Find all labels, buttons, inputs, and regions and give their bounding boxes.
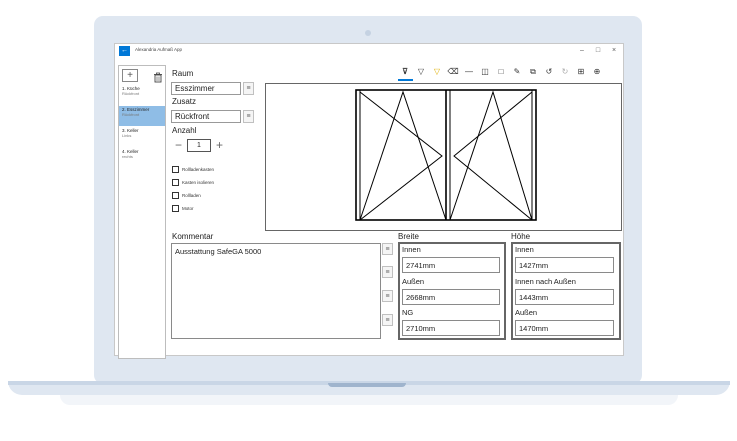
hoehe-innen-label: Innen (515, 245, 534, 254)
laptop-notch (328, 383, 406, 387)
motor-checkbox[interactable] (172, 205, 179, 212)
anzahl-input[interactable]: 1 (187, 139, 211, 152)
breite-label: Breite (398, 232, 419, 241)
list-icon[interactable]: ≡ (382, 266, 393, 278)
trash-icon[interactable] (153, 70, 163, 83)
pen-icon[interactable]: ✎ (511, 66, 523, 78)
anzahl-label: Anzahl (172, 126, 197, 135)
hoehe-innen-input[interactable]: 1427mm (515, 257, 614, 273)
hoehe-innen-nach-aussen-input[interactable]: 1443mm (515, 289, 614, 305)
zusatz-label: Zusatz (172, 97, 197, 106)
maximize-button[interactable]: □ (592, 46, 604, 56)
square-icon[interactable]: □ (495, 66, 507, 78)
minimize-button[interactable]: – (576, 46, 588, 56)
list-item-subtitle: Links (122, 133, 132, 138)
kasten-isolieren-checkbox[interactable] (172, 179, 179, 186)
checkbox-label: Rollladenkasten (182, 167, 215, 172)
filter-icon[interactable]: ▽ (415, 66, 427, 78)
filter-highlight-icon[interactable]: ▽ (431, 66, 443, 78)
list-icon[interactable]: ≡ (382, 290, 393, 302)
breite-aussen-label: Außen (402, 277, 425, 286)
laptop-shadow (60, 395, 678, 405)
hoehe-label: Höhe (511, 232, 531, 241)
line-icon[interactable]: — (463, 66, 475, 78)
window-drawing (355, 89, 537, 221)
checkbox-label: Motor (182, 206, 194, 211)
kommentar-label: Kommentar (172, 232, 214, 241)
redo-icon[interactable]: ↻ (559, 66, 571, 78)
breite-ng-input[interactable]: 2710mm (402, 320, 500, 336)
raum-label: Raum (172, 69, 194, 78)
checkbox-label: Kasten isolieren (182, 180, 215, 185)
active-tool-indicator (398, 79, 413, 81)
list-item-kueche[interactable]: 1. Küche Rückfront (119, 85, 165, 105)
list-icon[interactable]: ≡ (382, 243, 393, 255)
drawing-canvas[interactable] (265, 83, 622, 231)
eraser-icon[interactable]: ⌫ (447, 66, 459, 78)
breite-innen-label: Innen (402, 245, 421, 254)
app-title: Alexandria Aufmaß App (135, 47, 183, 52)
raum-combobox[interactable]: Esszimmer (171, 82, 241, 95)
room-list: + 1. Küche Rückfront 2. Esszimmer Rückfr… (118, 65, 166, 359)
list-item-keller-rechts[interactable]: 4. Keller rechts (119, 148, 165, 168)
camera-icon (365, 30, 371, 36)
hoehe-aussen-input[interactable]: 1470mm (515, 320, 614, 336)
rollladenkasten-checkbox[interactable] (172, 166, 179, 173)
hoehe-innen-nach-aussen-label: Innen nach Außen (515, 277, 576, 286)
list-item-keller-links[interactable]: 3. Keller Links (119, 127, 165, 147)
back-arrow-icon: ← (121, 47, 128, 54)
hoehe-aussen-label: Außen (515, 308, 538, 317)
list-item-subtitle: Rückfront (122, 112, 140, 117)
undo-icon[interactable]: ↺ (543, 66, 555, 78)
network-icon[interactable]: ⊕ (591, 66, 603, 78)
increment-button[interactable]: + (213, 139, 226, 152)
app-window: ← Alexandria Aufmaß App – □ × + 1. Küche… (114, 43, 624, 359)
hoehe-group: Innen 1427mm Innen nach Außen 1443mm Auß… (511, 242, 621, 340)
list-item-esszimmer[interactable]: 2. Esszimmer Rückfront (119, 106, 165, 126)
zusatz-combobox[interactable]: Rückfront (171, 110, 241, 123)
copy-icon[interactable]: ⧉ (527, 66, 539, 78)
filter-icon[interactable]: ⊽ (399, 66, 411, 78)
list-item-subtitle: Rückfront (122, 91, 140, 96)
add-room-button[interactable]: + (122, 69, 138, 82)
breite-group: Innen 2741mm Außen 2668mm NG 2710mm (398, 242, 506, 340)
breite-ng-label: NG (402, 308, 414, 317)
kommentar-textarea[interactable]: Ausstattung SafeGA 5000 (171, 243, 381, 339)
back-button[interactable]: ← (119, 46, 130, 56)
panel-icon[interactable]: ◫ (479, 66, 491, 78)
breite-innen-input[interactable]: 2741mm (402, 257, 500, 273)
checkbox-label: Rollladen (182, 193, 201, 198)
breite-aussen-input[interactable]: 2668mm (402, 289, 500, 305)
decrement-button[interactable]: − (172, 139, 185, 152)
list-item-subtitle: rechts (122, 154, 133, 159)
grid-icon[interactable]: ⊞ (575, 66, 587, 78)
list-icon[interactable]: ≡ (382, 314, 393, 326)
close-button[interactable]: × (608, 46, 620, 56)
list-icon[interactable]: ≡ (243, 110, 254, 123)
list-icon[interactable]: ≡ (243, 82, 254, 95)
title-bar: ← Alexandria Aufmaß App – □ × (115, 44, 623, 58)
rollladen-checkbox[interactable] (172, 192, 179, 199)
